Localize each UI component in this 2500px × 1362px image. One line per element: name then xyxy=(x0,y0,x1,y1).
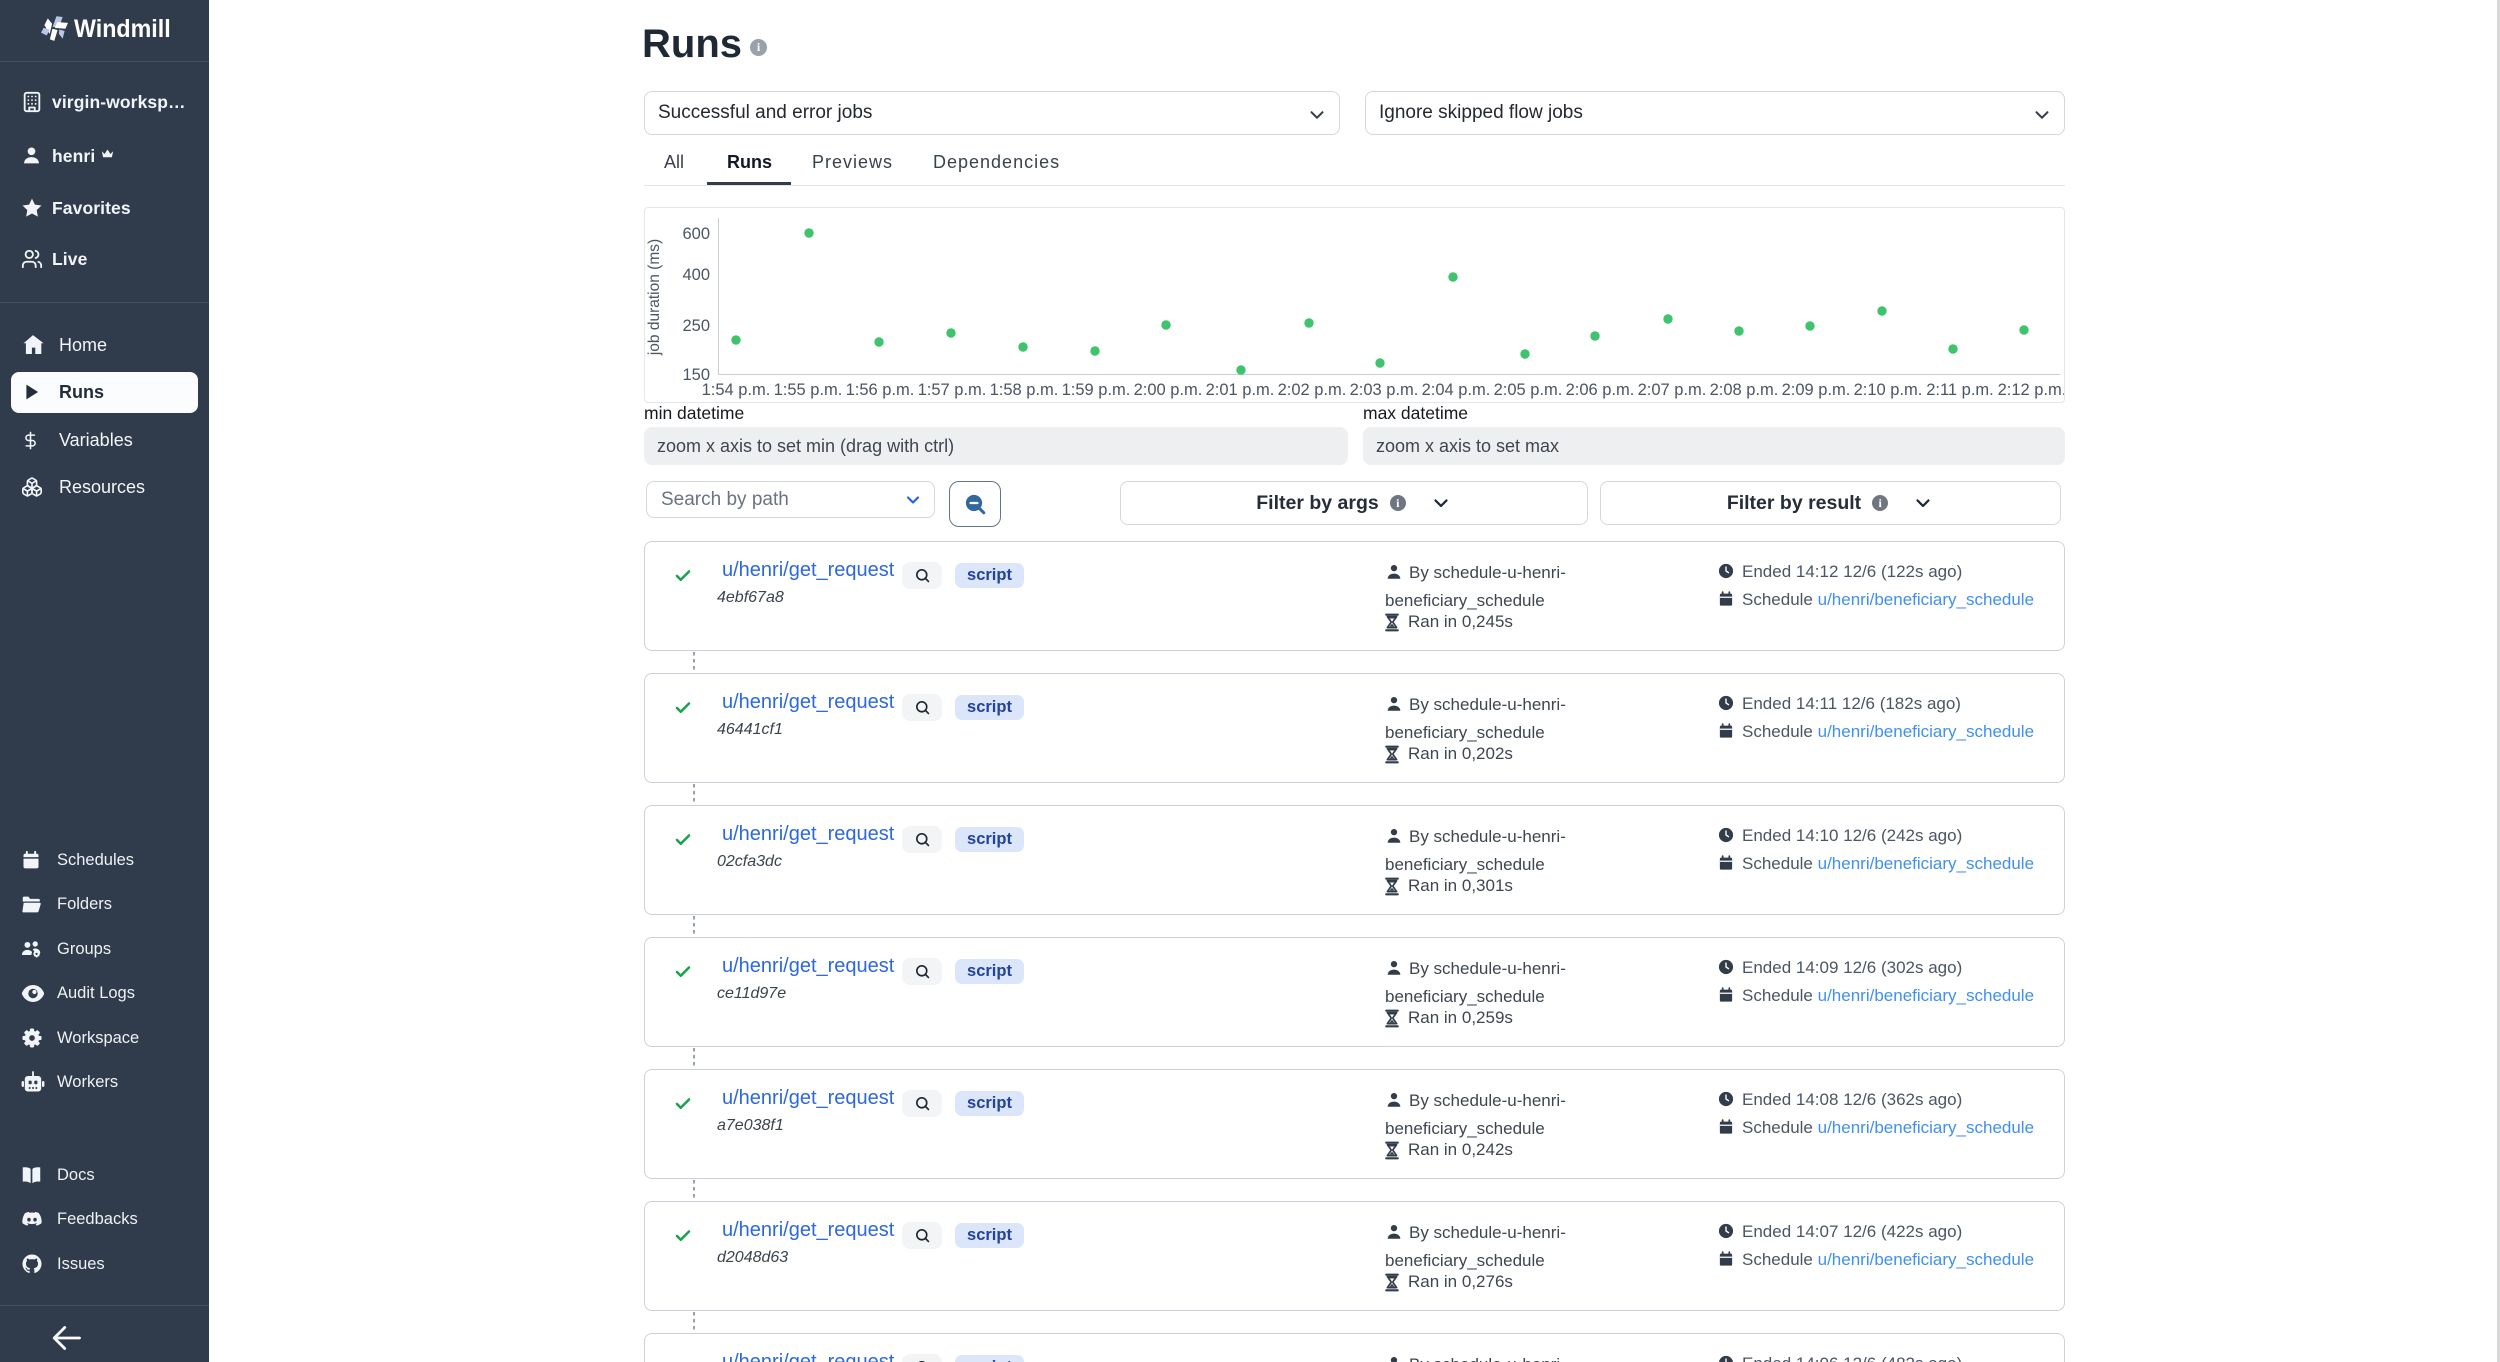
svg-text:2:09 p.m.: 2:09 p.m. xyxy=(1782,381,1851,399)
svg-text:1:55 p.m.: 1:55 p.m. xyxy=(774,381,843,399)
svg-text:2:04 p.m.: 2:04 p.m. xyxy=(1422,381,1491,399)
svg-text:1:54 p.m.: 1:54 p.m. xyxy=(702,381,771,399)
svg-text:2:03 p.m.: 2:03 p.m. xyxy=(1350,381,1419,399)
svg-text:1:57 p.m.: 1:57 p.m. xyxy=(918,381,987,399)
svg-text:2:06 p.m.: 2:06 p.m. xyxy=(1566,381,1635,399)
svg-text:2:11 p.m.: 2:11 p.m. xyxy=(1926,381,1994,399)
svg-text:600: 600 xyxy=(682,225,710,243)
svg-text:1:58 p.m.: 1:58 p.m. xyxy=(990,381,1059,399)
svg-text:job duration (ms): job duration (ms) xyxy=(646,239,663,356)
svg-text:1:59 p.m.: 1:59 p.m. xyxy=(1062,381,1131,399)
svg-text:250: 250 xyxy=(682,317,710,335)
svg-text:2:07 p.m.: 2:07 p.m. xyxy=(1638,381,1707,399)
svg-text:2:05 p.m.: 2:05 p.m. xyxy=(1494,381,1563,399)
svg-text:2:12 p.m.: 2:12 p.m. xyxy=(1998,381,2064,399)
svg-text:150: 150 xyxy=(682,366,710,384)
svg-text:2:00 p.m.: 2:00 p.m. xyxy=(1134,381,1203,399)
svg-text:2:01 p.m.: 2:01 p.m. xyxy=(1206,381,1275,399)
svg-text:2:02 p.m.: 2:02 p.m. xyxy=(1278,381,1347,399)
svg-text:2:08 p.m.: 2:08 p.m. xyxy=(1710,381,1779,399)
svg-text:1:56 p.m.: 1:56 p.m. xyxy=(846,381,915,399)
svg-text:2:10 p.m.: 2:10 p.m. xyxy=(1854,381,1923,399)
svg-text:400: 400 xyxy=(682,266,710,284)
